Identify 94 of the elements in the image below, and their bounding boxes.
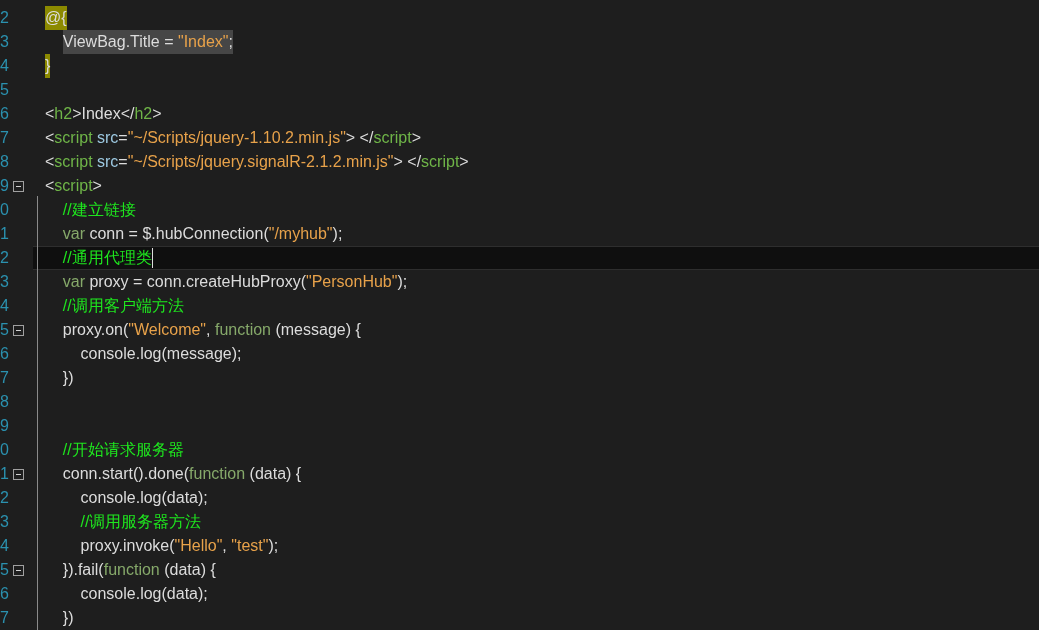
line-number: 4: [0, 536, 10, 556]
code-token: "Welcome": [128, 320, 207, 340]
code-token: <: [45, 152, 55, 172]
code-token: );: [268, 536, 279, 556]
code-token: function: [189, 464, 246, 484]
line-number: 4: [0, 296, 10, 316]
code-token: (data) {: [164, 560, 216, 580]
code-token: conn.start().done(: [62, 464, 190, 484]
code-token: (data) {: [249, 464, 302, 484]
code-token: <: [45, 104, 55, 124]
code-token: //调用客户端方法: [62, 296, 184, 316]
collapse-icon[interactable]: [13, 564, 24, 576]
code-token: <: [45, 176, 55, 196]
line-number: 6: [0, 104, 10, 124]
code-token: >: [152, 104, 162, 124]
code-token: src: [97, 128, 119, 148]
code-token: =: [118, 128, 128, 148]
code-token: ,: [222, 536, 228, 556]
code-token: "~/Scripts/jquery-1.10.2.min.js": [127, 128, 346, 148]
line-number: 2: [0, 8, 10, 28]
code-token: function: [214, 320, 271, 340]
code-token: ViewBag.Title =: [62, 32, 175, 52]
line-number: 6: [0, 344, 10, 364]
line-number: 5: [0, 320, 10, 340]
line-number: 5: [0, 560, 10, 580]
code-token: //通用代理类: [62, 248, 152, 268]
code-token: =: [118, 152, 128, 172]
line-number: 1: [0, 464, 10, 484]
code-token: "Hello": [174, 536, 223, 556]
code-token: "/myhub": [268, 224, 333, 244]
code-token: <: [45, 128, 55, 148]
code-token: console.log(data);: [80, 584, 208, 604]
code-token: proxy.on(: [62, 320, 129, 340]
code-token: script: [54, 152, 93, 172]
line-number: 4: [0, 56, 10, 76]
code-token: ;: [228, 32, 233, 52]
line-number: 7: [0, 128, 10, 148]
collapse-icon[interactable]: [13, 468, 24, 480]
code-token: console.log(data);: [80, 488, 208, 508]
code-token: >Index</: [72, 104, 135, 124]
code-token: script: [421, 152, 460, 172]
line-number: 0: [0, 200, 10, 220]
code-token: ,: [206, 320, 212, 340]
code-token: > </: [345, 128, 374, 148]
text-cursor: [151, 248, 153, 268]
code-token: var: [62, 272, 85, 292]
line-number: 3: [0, 32, 10, 52]
code-token: //调用服务器方法: [80, 512, 202, 532]
code-token: h2: [54, 104, 73, 124]
code-token: >: [411, 128, 421, 148]
line-number: 2: [0, 488, 10, 508]
line-number: 6: [0, 584, 10, 604]
collapse-icon[interactable]: [13, 180, 24, 192]
code-token: //建立链接: [62, 200, 136, 220]
code-token: var: [62, 224, 85, 244]
code-token: @{: [45, 6, 67, 30]
code-token: );: [332, 224, 343, 244]
code-token: }: [45, 54, 51, 78]
code-token: function: [103, 560, 160, 580]
code-token: proxy = conn.createHubProxy(: [89, 272, 306, 292]
code-token: }): [62, 368, 74, 388]
code-token: "test": [231, 536, 269, 556]
code-token: console.log(message);: [80, 344, 242, 364]
line-number: 7: [0, 608, 10, 628]
code-token: script: [54, 176, 93, 196]
code-token: >: [92, 176, 102, 196]
code-token: h2: [134, 104, 153, 124]
code-token: (message) {: [275, 320, 361, 340]
line-number: 3: [0, 272, 10, 292]
code-token: proxy.invoke(: [80, 536, 175, 556]
code-token: "Index": [177, 32, 229, 52]
line-number: 9: [0, 176, 10, 196]
code-token: conn = $.hubConnection(: [89, 224, 269, 244]
code-token: > </: [393, 152, 422, 172]
line-number: 0: [0, 440, 10, 460]
line-number: 7: [0, 368, 10, 388]
code-token: script: [54, 128, 93, 148]
line-number: 3: [0, 512, 10, 532]
line-number: 9: [0, 416, 10, 436]
collapse-icon[interactable]: [13, 324, 24, 336]
code-token: }): [62, 608, 74, 628]
code-token: }).fail(: [62, 560, 104, 580]
code-token: src: [97, 152, 119, 172]
line-number: 5: [0, 80, 10, 100]
code-token: script: [373, 128, 412, 148]
line-number: 1: [0, 224, 10, 244]
code-token: );: [397, 272, 408, 292]
code-token: >: [459, 152, 469, 172]
code-token: "~/Scripts/jquery.signalR-2.1.2.min.js": [127, 152, 394, 172]
line-number: 2: [0, 248, 10, 268]
code-token: //开始请求服务器: [62, 440, 184, 460]
code-token: "PersonHub": [306, 272, 398, 292]
line-number: 8: [0, 152, 10, 172]
line-number: 8: [0, 392, 10, 412]
